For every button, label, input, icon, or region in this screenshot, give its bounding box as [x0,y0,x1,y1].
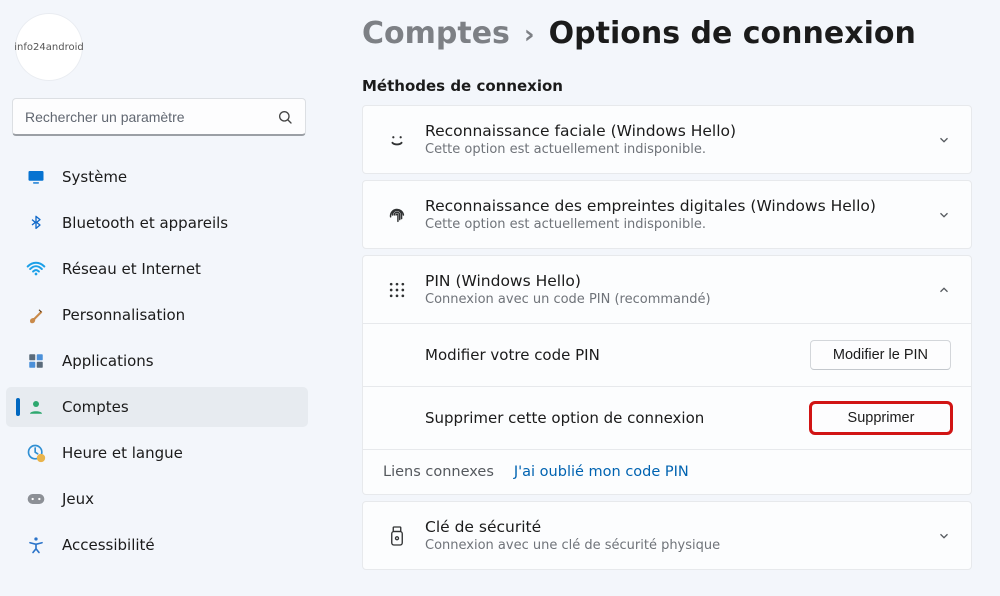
apps-icon [26,351,46,371]
chevron-up-icon [937,283,951,297]
bluetooth-icon [26,213,46,233]
related-label: Liens connexes [383,464,494,480]
option-subtitle: Connexion avec une clé de sécurité physi… [425,538,937,553]
option-subtitle: Cette option est actuellement indisponib… [425,217,937,232]
page-title: Options de connexion [549,16,916,51]
signin-option-security-key: Clé de sécurité Connexion avec une clé d… [362,501,972,570]
sidebar-item-label: Comptes [62,398,129,416]
sidebar-item-label: Accessibilité [62,536,155,554]
chevron-down-icon [937,208,951,222]
sidebar-item-apps[interactable]: Applications [6,341,308,381]
main-content: Comptes › Options de connexion Méthodes … [318,0,1000,596]
search-input-wrap[interactable] [12,98,306,136]
security-key-icon [379,525,415,547]
forgot-pin-link[interactable]: J'ai oublié mon code PIN [514,464,689,480]
person-icon [26,397,46,417]
clock-globe-icon [26,443,46,463]
signin-option-fingerprint-header[interactable]: Reconnaissance des empreintes digitales … [363,181,971,248]
pin-remove-row: Supprimer cette option de connexion Supp… [363,387,971,450]
account-header[interactable]: info24android [10,10,308,94]
option-subtitle: Connexion avec un code PIN (recommandé) [425,292,937,307]
option-title: Reconnaissance des empreintes digitales … [425,197,937,215]
chevron-down-icon [937,529,951,543]
sidebar-item-label: Heure et langue [62,444,183,462]
paintbrush-icon [26,305,46,325]
pin-related-links: Liens connexes J'ai oublié mon code PIN [363,450,971,494]
signin-option-pin: PIN (Windows Hello) Connexion avec un co… [362,255,972,495]
avatar-text: info24android [14,42,83,53]
sidebar-item-time-language[interactable]: Heure et langue [6,433,308,473]
accessibility-icon [26,535,46,555]
search-input[interactable] [25,109,277,125]
option-title: Clé de sécurité [425,518,937,536]
search-icon [277,109,293,125]
sidebar-item-network[interactable]: Réseau et Internet [6,249,308,289]
sidebar-item-label: Personnalisation [62,306,185,324]
pin-remove-label: Supprimer cette option de connexion [425,409,704,427]
gamepad-icon [26,489,46,509]
signin-option-pin-header[interactable]: PIN (Windows Hello) Connexion avec un co… [363,256,971,324]
wifi-icon [26,259,46,279]
signin-option-security-key-header[interactable]: Clé de sécurité Connexion avec une clé d… [363,502,971,569]
face-icon [379,129,415,151]
chevron-down-icon [937,133,951,147]
sidebar-item-label: Bluetooth et appareils [62,214,228,232]
signin-option-fingerprint: Reconnaissance des empreintes digitales … [362,180,972,249]
sidebar-item-label: Réseau et Internet [62,260,201,278]
system-icon [26,167,46,187]
section-title: Méthodes de connexion [362,77,972,95]
change-pin-button[interactable]: Modifier le PIN [810,340,951,370]
sidebar-item-accessibility[interactable]: Accessibilité [6,525,308,565]
sidebar-item-gaming[interactable]: Jeux [6,479,308,519]
signin-option-face: Reconnaissance faciale (Windows Hello) C… [362,105,972,174]
sidebar-item-label: Jeux [62,490,94,508]
sidebar-item-label: Système [62,168,127,186]
avatar: info24android [16,14,82,80]
pin-change-label: Modifier votre code PIN [425,346,600,364]
sidebar-item-label: Applications [62,352,154,370]
breadcrumb-parent[interactable]: Comptes [362,16,510,51]
remove-pin-button[interactable]: Supprimer [811,403,951,433]
option-title: PIN (Windows Hello) [425,272,937,290]
sidebar-nav: Système Bluetooth et appareils Réseau et… [6,154,308,568]
sidebar-item-system[interactable]: Système [6,157,308,197]
sidebar-item-accounts[interactable]: Comptes [6,387,308,427]
pin-keypad-icon [379,280,415,300]
option-subtitle: Cette option est actuellement indisponib… [425,142,937,157]
breadcrumb-chevron-icon: › [524,20,535,50]
sidebar-item-personalization[interactable]: Personnalisation [6,295,308,335]
fingerprint-icon [379,204,415,226]
signin-option-face-header[interactable]: Reconnaissance faciale (Windows Hello) C… [363,106,971,173]
breadcrumb: Comptes › Options de connexion [362,16,972,51]
sidebar: info24android Système Bluetooth et appar… [0,0,318,596]
sidebar-item-bluetooth[interactable]: Bluetooth et appareils [6,203,308,243]
pin-change-row: Modifier votre code PIN Modifier le PIN [363,324,971,387]
option-title: Reconnaissance faciale (Windows Hello) [425,122,937,140]
